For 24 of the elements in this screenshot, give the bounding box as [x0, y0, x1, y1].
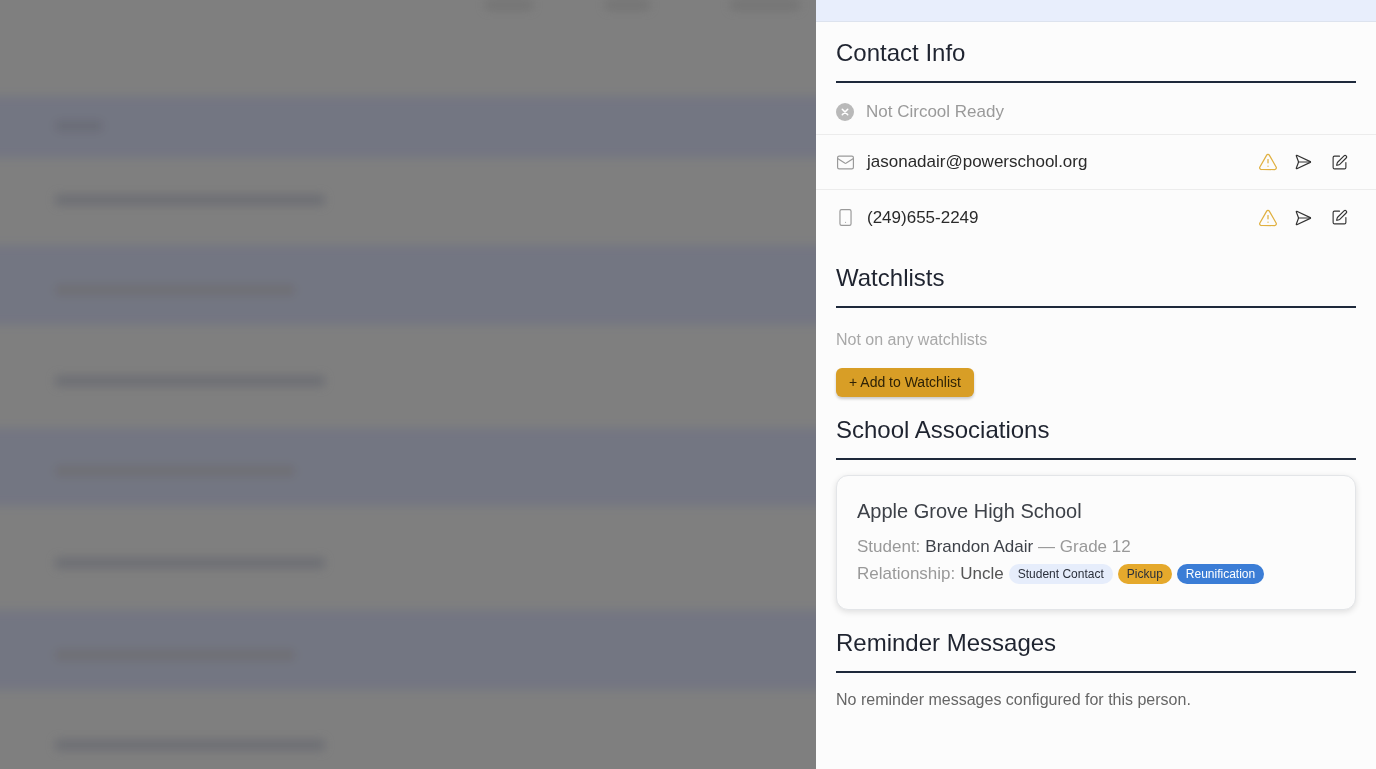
- section-heading: Watchlists: [836, 263, 945, 293]
- contact-value: (249)655-2249: [867, 206, 979, 229]
- send-icon: [1294, 208, 1312, 227]
- status-text: Not Circool Ready: [866, 100, 1004, 123]
- phone-icon: [836, 208, 855, 227]
- section-heading: Reminder Messages: [836, 628, 1057, 658]
- empty-reminders-text: No reminder messages configured for this person.: [836, 690, 1191, 710]
- empty-watchlists-text: Not on any watchlists: [836, 330, 988, 350]
- section-heading: Contact Info: [836, 38, 966, 68]
- grade-text: — Grade 12: [1038, 536, 1131, 558]
- relationship-value: Uncle: [960, 563, 1004, 585]
- send-icon: [1294, 153, 1312, 171]
- role-tag: Student Contact: [1008, 564, 1113, 584]
- contact-value: jasonadair@powerschool.org: [867, 151, 1088, 174]
- edit-icon: [1330, 153, 1348, 171]
- school-name: Apple Grove High School: [857, 499, 1082, 524]
- student-name: Brandon Adair: [925, 536, 1034, 558]
- relationship-label: Relationship:: [857, 563, 956, 585]
- role-tag: Pickup: [1117, 564, 1172, 584]
- add-to-watchlist-button[interactable]: + Add to Watchlist: [836, 368, 974, 397]
- role-tag: Reunification: [1176, 564, 1265, 584]
- student-label: Student:: [857, 536, 921, 558]
- edit-icon: [1330, 209, 1348, 226]
- section-heading: School Associations: [836, 415, 1050, 445]
